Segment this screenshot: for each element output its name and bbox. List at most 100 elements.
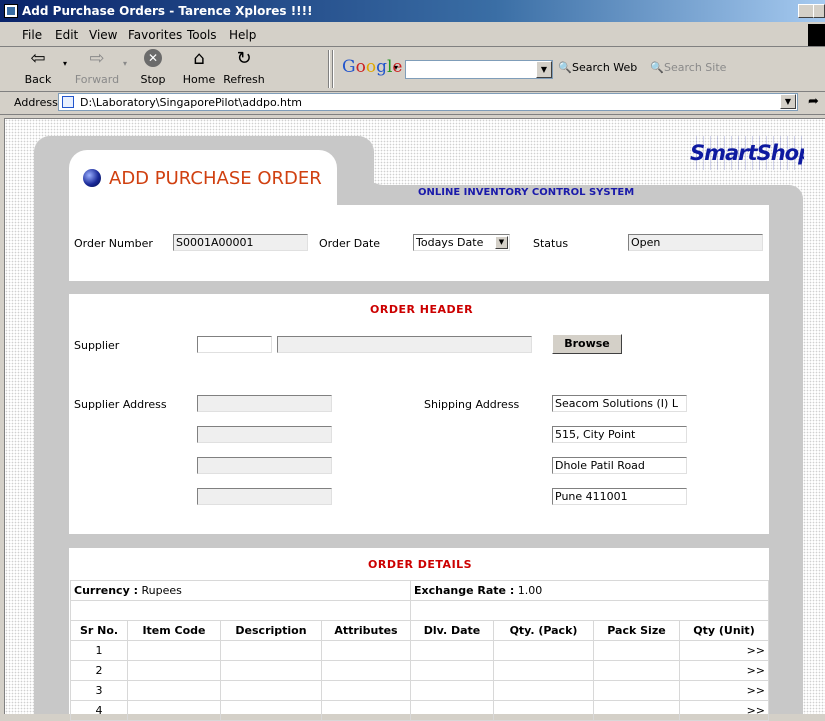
refresh-icon: ↻	[236, 48, 252, 69]
description-cell[interactable]	[220, 680, 322, 701]
pack-size-cell[interactable]	[593, 680, 680, 701]
supplier-address-line-2[interactable]	[197, 426, 332, 443]
sr-no-cell: 4	[70, 700, 128, 721]
stop-button[interactable]: ✕ Stop	[134, 49, 172, 86]
table-row: 1 >>	[70, 640, 769, 661]
order-number-field[interactable]: S0001A00001	[173, 234, 308, 251]
toolbar-separator	[332, 50, 334, 88]
table-row: 4 >>	[70, 700, 769, 721]
back-arrow-icon: ⇦	[30, 48, 46, 69]
google-search-dropdown[interactable]: ▼	[536, 61, 552, 78]
shipping-address-line-2[interactable]: 515, City Point	[552, 426, 687, 443]
table-header-row: Sr No. Item Code Description Attributes …	[70, 620, 769, 641]
pack-size-cell[interactable]	[593, 640, 680, 661]
pack-size-cell[interactable]	[593, 660, 680, 681]
menu-view[interactable]: View	[89, 28, 117, 42]
attributes-cell[interactable]	[321, 660, 411, 681]
ie-throbber-icon	[808, 24, 825, 46]
col-qty-unit: Qty (Unit)	[679, 620, 769, 641]
qty-pack-cell[interactable]	[493, 640, 594, 661]
description-cell[interactable]	[220, 700, 322, 721]
supplier-label: Supplier	[74, 339, 120, 352]
col-sr-no: Sr No.	[70, 620, 128, 641]
table-row: 2 >>	[70, 660, 769, 681]
status-label: Status	[533, 237, 569, 250]
row-action-link[interactable]: >>	[679, 640, 769, 661]
google-menu-dropdown[interactable]: ▾	[394, 63, 398, 72]
currency-cell: Currency : Rupees	[70, 580, 411, 601]
binoculars-icon: 🔍	[558, 61, 572, 74]
pack-size-cell[interactable]	[593, 700, 680, 721]
qty-pack-cell[interactable]	[493, 660, 594, 681]
browse-button[interactable]: Browse	[552, 334, 622, 354]
dlv-date-cell[interactable]	[410, 700, 494, 721]
spacer-cell	[70, 600, 411, 621]
col-item-code: Item Code	[127, 620, 221, 641]
menu-favorites[interactable]: Favorites	[128, 28, 182, 42]
maximize-button[interactable]	[813, 4, 825, 18]
order-date-select[interactable]: Todays Date ▼	[413, 234, 510, 251]
window-title: Add Purchase Orders - Tarence Xplores !!…	[22, 4, 313, 18]
go-arrow-icon[interactable]: ➦	[808, 94, 819, 109]
shipping-address-line-3[interactable]: Dhole Patil Road	[552, 457, 687, 474]
supplier-address-line-1[interactable]	[197, 395, 332, 412]
qty-pack-cell[interactable]	[493, 700, 594, 721]
google-search-web-button[interactable]: 🔍Search Web	[558, 61, 638, 74]
sr-no-cell: 2	[70, 660, 128, 681]
menu-help[interactable]: Help	[229, 28, 256, 42]
dlv-date-cell[interactable]	[410, 660, 494, 681]
exchange-rate-cell: Exchange Rate : 1.00	[410, 580, 769, 601]
menu-edit[interactable]: Edit	[55, 28, 78, 42]
attributes-cell[interactable]	[321, 680, 411, 701]
sr-no-cell: 3	[70, 680, 128, 701]
home-button[interactable]: ⌂ Home	[180, 48, 218, 87]
item-code-cell[interactable]	[127, 660, 221, 681]
google-search-site-button[interactable]: 🔍Search Site	[650, 61, 730, 74]
exchange-rate-value: 1.00	[517, 584, 543, 597]
order-details-table: Currency : Rupees Exchange Rate : 1.00 S…	[70, 580, 769, 721]
address-dropdown[interactable]: ▼	[780, 94, 796, 109]
row-action-link[interactable]: >>	[679, 660, 769, 681]
minimize-button[interactable]	[798, 4, 814, 18]
supplier-address-line-3[interactable]	[197, 457, 332, 474]
currency-value: Rupees	[141, 584, 182, 597]
attributes-cell[interactable]	[321, 700, 411, 721]
item-code-cell[interactable]	[127, 640, 221, 661]
chevron-down-icon[interactable]: ▼	[495, 236, 508, 249]
supplier-name-field[interactable]	[277, 336, 532, 353]
row-action-link[interactable]: >>	[679, 680, 769, 701]
home-icon: ⌂	[193, 48, 205, 69]
google-search-input[interactable]	[405, 60, 553, 79]
attributes-cell[interactable]	[321, 640, 411, 661]
item-code-cell[interactable]	[127, 700, 221, 721]
status-field[interactable]: Open	[628, 234, 763, 251]
back-dropdown[interactable]: ▾	[60, 59, 70, 68]
forward-dropdown[interactable]: ▾	[120, 59, 130, 68]
item-code-cell[interactable]	[127, 680, 221, 701]
forward-arrow-icon: ⇨	[89, 48, 105, 69]
stop-icon: ✕	[144, 49, 162, 67]
forward-button[interactable]: ⇨ Forward	[72, 48, 122, 87]
menu-tools[interactable]: Tools	[187, 28, 217, 42]
description-cell[interactable]	[220, 660, 322, 681]
dlv-date-cell[interactable]	[410, 640, 494, 661]
smartshop-logo: SmartShop	[690, 136, 804, 170]
shipping-address-line-4[interactable]: Pune 411001	[552, 488, 687, 505]
col-dlv-date: Dlv. Date	[410, 620, 494, 641]
refresh-button[interactable]: ↻ Refresh	[222, 48, 266, 87]
qty-pack-cell[interactable]	[493, 680, 594, 701]
order-date-label: Order Date	[319, 237, 381, 250]
order-details-title: ORDER DETAILS	[368, 558, 473, 571]
menu-file[interactable]: File	[22, 28, 42, 42]
supplier-code-input[interactable]	[197, 336, 272, 353]
supplier-address-line-4[interactable]	[197, 488, 332, 505]
spacer-cell	[410, 600, 769, 621]
description-cell[interactable]	[220, 640, 322, 661]
dlv-date-cell[interactable]	[410, 680, 494, 701]
order-header-title: ORDER HEADER	[370, 303, 474, 316]
back-button[interactable]: ⇦ Back	[16, 48, 60, 87]
window-title-bar[interactable]: Add Purchase Orders - Tarence Xplores !!…	[0, 0, 825, 22]
shipping-address-line-1[interactable]: Seacom Solutions (I) L	[552, 395, 687, 412]
shipping-address-label: Shipping Address	[424, 398, 520, 411]
row-action-link[interactable]: >>	[679, 700, 769, 721]
